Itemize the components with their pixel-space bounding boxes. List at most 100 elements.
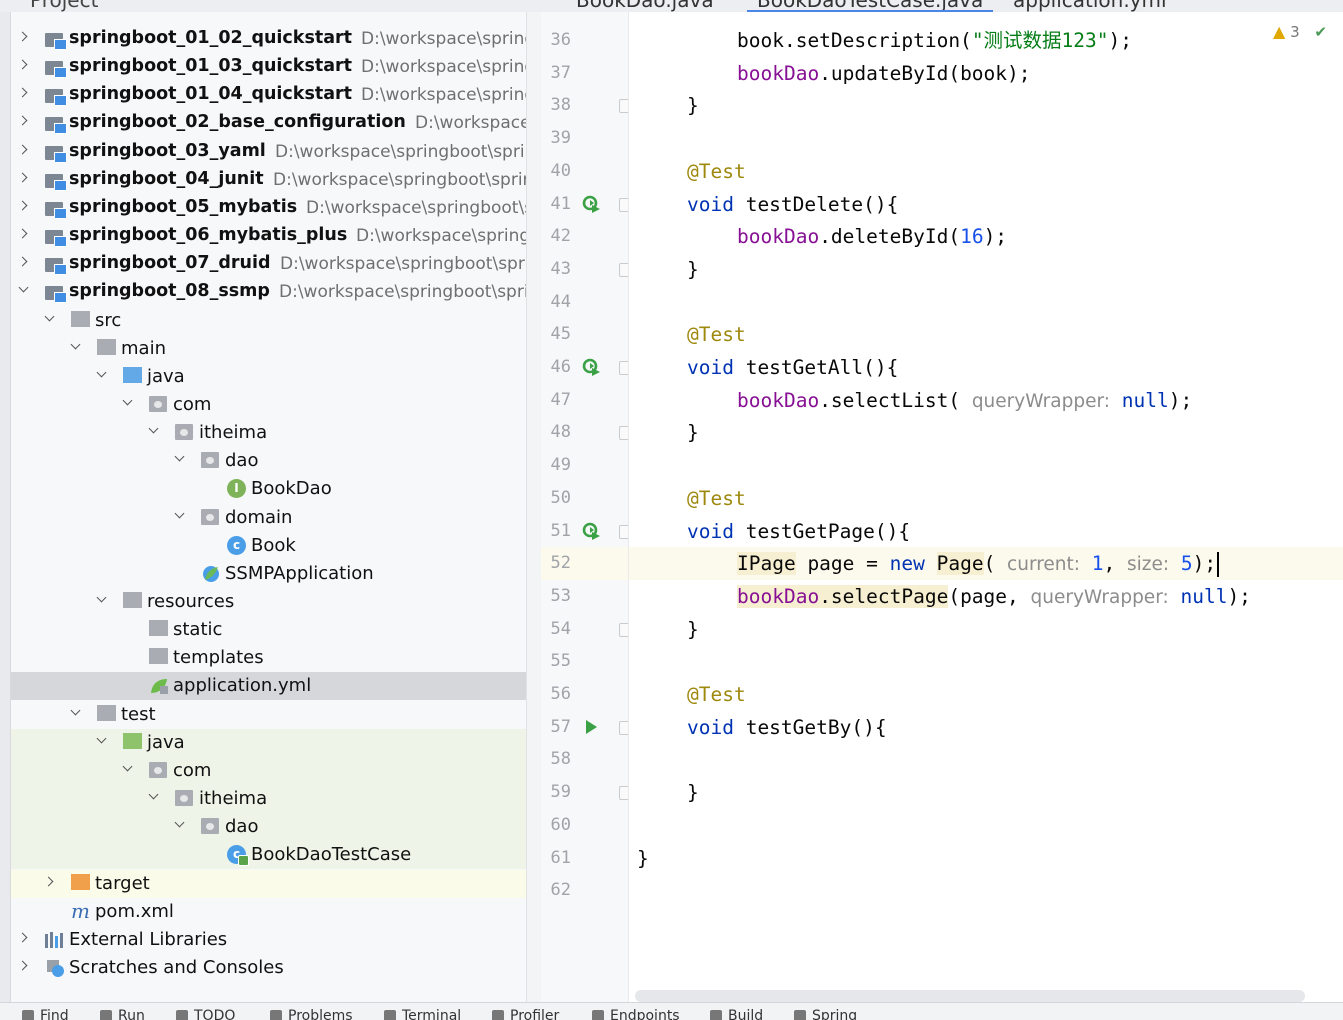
code-line[interactable] — [629, 809, 1343, 842]
code-line[interactable]: } — [629, 253, 1343, 286]
chevron-down-icon[interactable] — [71, 708, 81, 718]
chevron-right-icon[interactable] — [45, 877, 55, 887]
tree-row[interactable]: main — [11, 335, 526, 363]
code-line[interactable] — [629, 286, 1343, 319]
code-line[interactable]: bookDao.deleteById(16); — [629, 220, 1343, 253]
code-line[interactable]: void testGetAll(){ — [629, 351, 1343, 384]
editor-gutter[interactable]: 36 37 38 39 40 41 42 43 44 45 46 47 48 49 50 51 52 53 54 55… — [541, 12, 632, 1002]
code-line[interactable]: } — [629, 776, 1343, 809]
code-line[interactable]: } — [629, 416, 1343, 449]
tree-row[interactable]: m pom.xml — [11, 898, 526, 926]
code-line[interactable]: } — [629, 613, 1343, 646]
chevron-down-icon[interactable] — [123, 398, 133, 408]
chevron-right-icon[interactable] — [19, 229, 29, 239]
chevron-down-icon[interactable] — [97, 595, 107, 605]
code-line[interactable] — [629, 743, 1343, 776]
tree-row[interactable]: target — [11, 869, 526, 898]
code-line[interactable] — [629, 874, 1343, 907]
code-line[interactable]: bookDao.updateById(book); — [629, 57, 1343, 90]
tree-row[interactable]: springboot_07_druid D:\workspace\springbo… — [11, 250, 526, 278]
run-test-icon[interactable] — [581, 717, 601, 737]
tree-row[interactable]: Scratches and Consoles — [11, 954, 526, 982]
tree-row[interactable]: c Book — [11, 532, 526, 560]
tree-row[interactable]: java — [11, 363, 526, 391]
chevron-down-icon[interactable] — [71, 342, 81, 352]
tree-row[interactable]: resources — [11, 588, 526, 616]
rerun-test-icon[interactable] — [581, 194, 601, 214]
tree-row[interactable]: com — [11, 391, 526, 419]
chevron-down-icon[interactable] — [123, 764, 133, 774]
chevron-right-icon[interactable] — [19, 145, 29, 155]
project-tree-scrollbar[interactable] — [526, 12, 541, 1002]
tree-row[interactable]: springboot_06_mybatis_plus D:\workspace\s… — [11, 222, 526, 250]
chevron-right-icon[interactable] — [19, 201, 29, 211]
tree-row[interactable]: springboot_03_yaml D:\workspace\springboo… — [11, 138, 526, 166]
chevron-down-icon[interactable] — [19, 285, 29, 295]
code-line[interactable]: } — [629, 89, 1343, 122]
tree-row[interactable]: test — [11, 701, 526, 729]
code-line[interactable]: bookDao.selectPage(page, queryWrapper: n… — [629, 580, 1343, 613]
tree-row[interactable]: java — [11, 728, 526, 757]
tab-bookdaotestcase[interactable]: BookDaoTestCase.java — [746, 0, 994, 12]
code-line[interactable]: @Test — [629, 678, 1343, 711]
code-line[interactable]: @Test — [629, 318, 1343, 351]
chevron-down-icon[interactable] — [97, 736, 107, 746]
chevron-right-icon[interactable] — [19, 32, 29, 42]
chevron-down-icon[interactable] — [45, 314, 55, 324]
tree-row[interactable]: static — [11, 616, 526, 644]
chevron-right-icon[interactable] — [19, 173, 29, 183]
chevron-down-icon[interactable] — [175, 454, 185, 464]
profiler-tool-button[interactable]: Profiler — [492, 1008, 559, 1020]
code-line[interactable]: } — [629, 842, 1343, 875]
code-line[interactable] — [629, 122, 1343, 155]
chevron-down-icon[interactable] — [149, 426, 159, 436]
code-line[interactable] — [629, 645, 1343, 678]
tree-row[interactable]: springboot_02_base_configuration D:\works… — [11, 109, 526, 137]
run-tool-button[interactable]: Run — [100, 1008, 145, 1020]
chevron-right-icon[interactable] — [19, 88, 29, 98]
code-line[interactable]: book.setDescription("测试数据123"); — [629, 24, 1343, 57]
problems-tool-button[interactable]: Problems — [270, 1008, 353, 1020]
endpoints-tool-button[interactable]: Endpoints — [592, 1008, 680, 1020]
project-tree[interactable]: springboot_01_02_quickstart D:\workspace\… — [11, 12, 526, 1002]
chevron-right-icon[interactable] — [19, 933, 29, 943]
tree-row[interactable]: SSMPApplication — [11, 560, 526, 588]
todo-tool-button[interactable]: TODO — [176, 1008, 235, 1020]
code-line[interactable]: IPage page = new Page( current: 1, size:… — [629, 547, 1343, 581]
chevron-down-icon[interactable] — [175, 511, 185, 521]
tree-row[interactable]: springboot_05_mybatis D:\workspace\spring… — [11, 194, 526, 222]
tree-row[interactable]: itheima — [11, 785, 526, 814]
tree-row[interactable]: I BookDao — [11, 475, 526, 503]
code-line[interactable]: void testDelete(){ — [629, 188, 1343, 221]
spring-tool-button[interactable]: Spring — [794, 1008, 857, 1020]
tree-row[interactable]: com — [11, 756, 526, 785]
code-line[interactable]: void testGetBy(){ — [629, 711, 1343, 744]
code-line[interactable]: @Test — [629, 482, 1343, 515]
chevron-down-icon[interactable] — [149, 792, 159, 802]
chevron-down-icon[interactable] — [97, 370, 107, 380]
tree-row[interactable]: springboot_01_02_quickstart D:\workspace\… — [11, 25, 526, 53]
code-line[interactable] — [629, 449, 1343, 482]
tree-row[interactable]: springboot_04_junit D:\workspace\springbo… — [11, 166, 526, 194]
tree-row[interactable]: templates — [11, 644, 526, 672]
chevron-right-icon[interactable] — [19, 257, 29, 267]
terminal-tool-button[interactable]: Terminal — [384, 1008, 461, 1020]
code-line[interactable]: void testGetPage(){ — [629, 515, 1343, 548]
code-editor[interactable]: ▲ 3 ✔ book.setDescription("测试数据123"); boo… — [629, 12, 1343, 1002]
code-line[interactable]: bookDao.selectList( queryWrapper: null); — [629, 384, 1343, 417]
tree-row[interactable]: dao — [11, 447, 526, 475]
tree-row[interactable]: src — [11, 307, 526, 335]
tree-row[interactable]: springboot_08_ssmp D:\workspace\springboo… — [11, 278, 526, 306]
chevron-right-icon[interactable] — [19, 961, 29, 971]
code-line[interactable]: @Test — [629, 155, 1343, 188]
tree-row[interactable]: springboot_01_04_quickstart D:\workspace\… — [11, 81, 526, 109]
build-tool-button[interactable]: Build — [710, 1008, 763, 1020]
chevron-right-icon[interactable] — [19, 116, 29, 126]
tree-row[interactable]: itheima — [11, 419, 526, 447]
tree-row[interactable]: application.yml — [11, 672, 526, 701]
rerun-test-icon[interactable] — [581, 521, 601, 541]
editor-horizontal-scrollbar[interactable] — [635, 990, 1305, 1002]
tab-application-yml[interactable]: application.yml — [1013, 0, 1167, 12]
tree-row[interactable]: springboot_01_03_quickstart D:\workspace\… — [11, 53, 526, 81]
rerun-test-icon[interactable] — [581, 357, 601, 377]
